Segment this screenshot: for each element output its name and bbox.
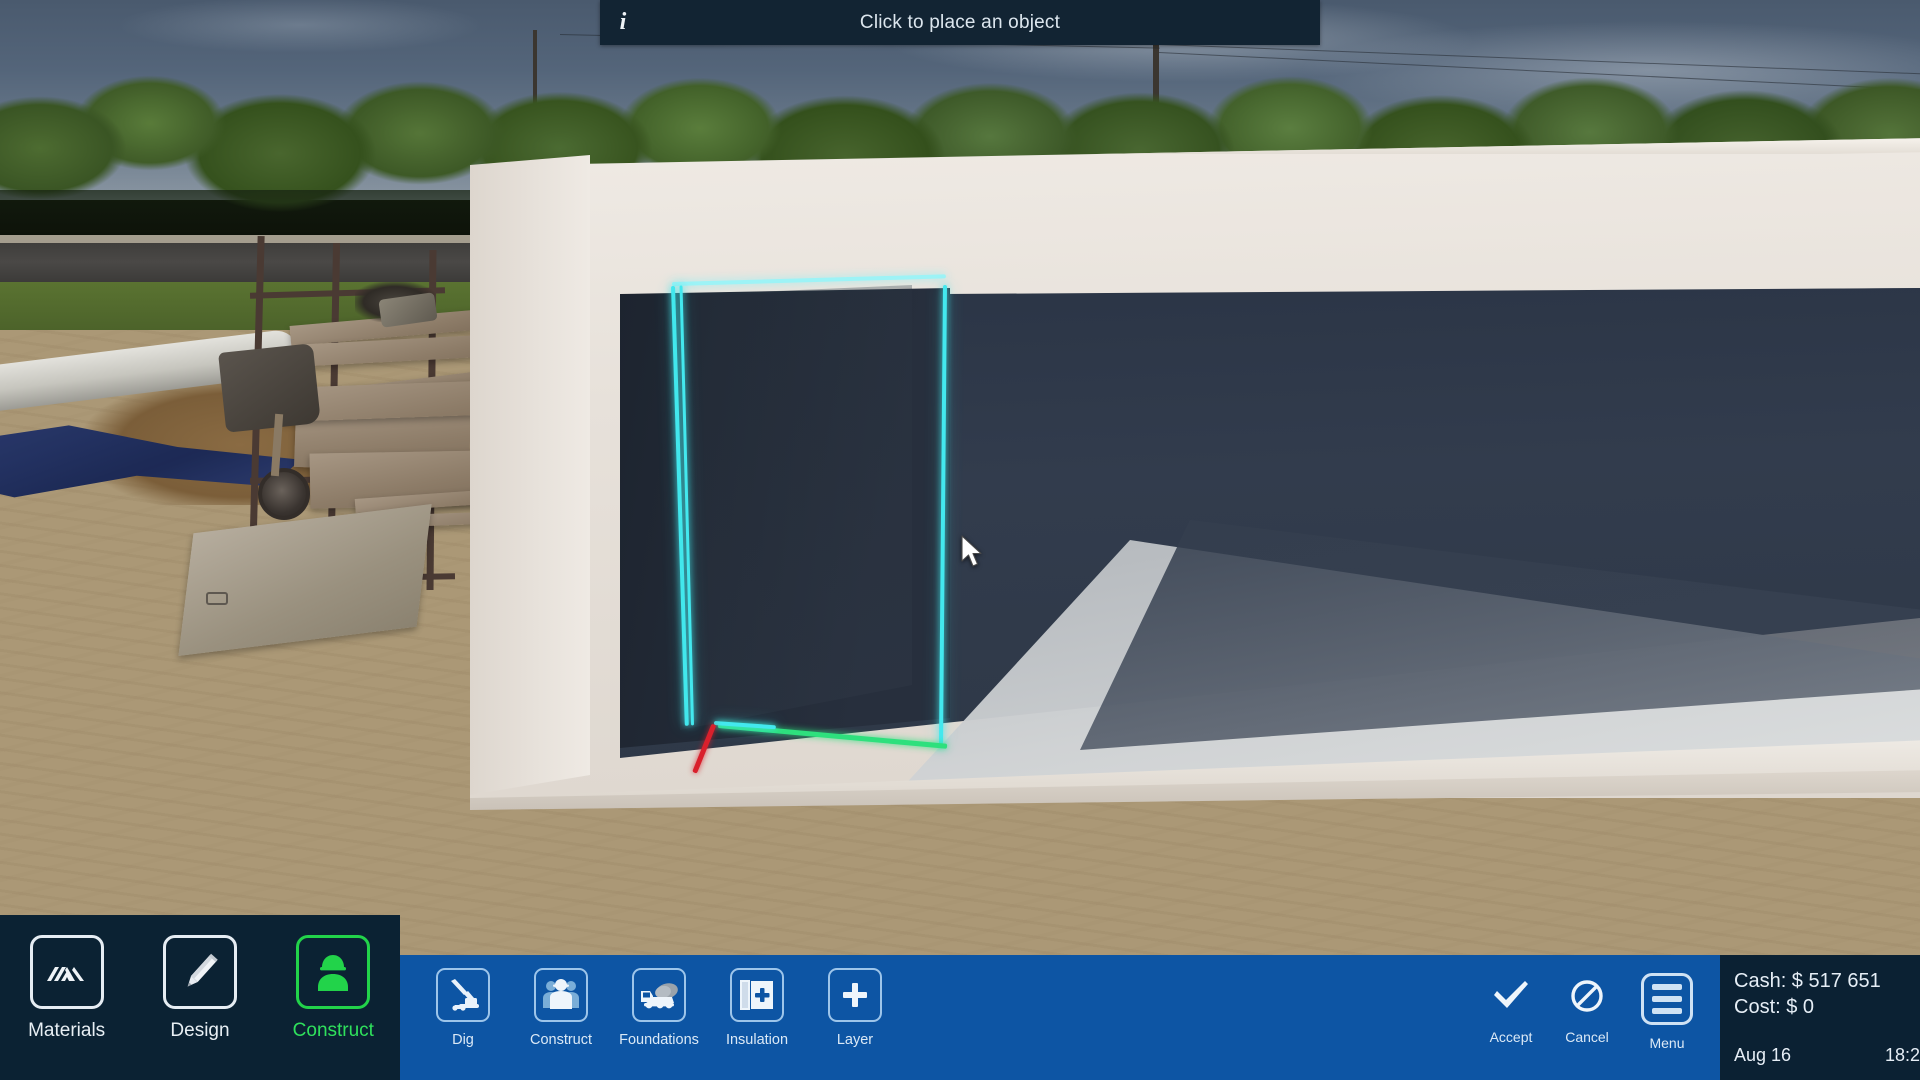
wall-left-return: [470, 155, 590, 795]
insulation-panel-icon: [740, 980, 773, 1010]
action-label: Cancel: [1565, 1029, 1609, 1045]
time-value: 18:2: [1884, 1045, 1920, 1065]
tool-label: Foundations: [619, 1032, 699, 1048]
cement-truck-icon: [641, 983, 678, 1009]
date-value: Aug 16: [1734, 1045, 1792, 1065]
tool-layer[interactable]: Layer: [814, 968, 896, 1048]
category-panel: Materials Design Construct: [0, 915, 400, 1080]
category-materials[interactable]: Materials: [17, 935, 117, 1042]
wheelbarrow-wheel: [258, 468, 310, 520]
cash-value: Cash: $ 517 651: [1734, 970, 1881, 992]
hamburger-icon: [1652, 984, 1682, 990]
design-button[interactable]: [162, 935, 237, 1009]
cancel-action[interactable]: Cancel: [1556, 973, 1618, 1045]
plywood-bracket: [206, 592, 228, 605]
menu-button[interactable]: [1641, 973, 1693, 1025]
category-label: Construct: [292, 1020, 374, 1041]
tool-label: Dig: [452, 1032, 474, 1048]
insulation-button[interactable]: [730, 968, 784, 1022]
plus-icon: [843, 983, 867, 1007]
info-icon: i: [619, 9, 627, 35]
menu-action[interactable]: Menu: [1632, 973, 1702, 1051]
date-time: Aug 16 18:2: [1734, 1045, 1920, 1066]
tool-construct[interactable]: Construct: [520, 968, 602, 1048]
placement-preview-fill: [680, 285, 912, 730]
checkmark-icon: [1494, 981, 1528, 1008]
info-banner: i Click to place an object: [600, 0, 1320, 45]
category-construct[interactable]: Construct: [283, 935, 383, 1042]
worker-icon: [318, 955, 349, 991]
layer-button[interactable]: [828, 968, 882, 1022]
tool-label: Layer: [836, 1032, 874, 1048]
tool-foundations[interactable]: Foundations: [618, 968, 700, 1048]
stats-panel: Cash: $ 517 651 Cost: $ 0 Aug 16 18:2: [1720, 955, 1920, 1080]
dig-button[interactable]: [436, 968, 490, 1022]
pencil-icon: [187, 953, 218, 987]
foundations-button[interactable]: [632, 968, 686, 1022]
excavator-icon: [451, 979, 479, 1011]
cancel-button[interactable]: [1569, 973, 1605, 1019]
cost-value: Cost: $ 0: [1734, 995, 1815, 1018]
materials-icon: [46, 967, 84, 981]
action-label: Menu: [1649, 1035, 1685, 1051]
category-label: Materials: [28, 1020, 106, 1041]
tool-insulation[interactable]: Insulation: [716, 968, 798, 1048]
category-label: Design: [170, 1020, 230, 1041]
tool-dig[interactable]: Dig: [422, 968, 504, 1048]
wheelbarrow-tray: [218, 343, 321, 433]
construct-tool-button[interactable]: [534, 968, 588, 1022]
action-group: Accept Cancel Menu: [1480, 955, 1720, 1051]
construct-button[interactable]: [296, 935, 371, 1009]
main-toolbar: Dig Construct Foundations Insulation Lay…: [400, 955, 1720, 1080]
tool-group: Dig Construct Foundations Insulation Lay…: [400, 955, 896, 1048]
tool-label: Construct: [529, 1032, 593, 1048]
materials-button[interactable]: [29, 935, 104, 1009]
info-message: Click to place an object: [859, 11, 1061, 33]
accept-action[interactable]: Accept: [1480, 973, 1542, 1045]
accept-button[interactable]: [1491, 973, 1531, 1019]
no-entry-icon: [1571, 980, 1603, 1012]
tool-label: Insulation: [725, 1032, 789, 1048]
game-screen: i Click to place an object Materials Des…: [0, 0, 1920, 1080]
workers-icon: [543, 979, 579, 1009]
hamburger-icon-bar: [1652, 996, 1682, 1002]
action-label: Accept: [1489, 1029, 1533, 1045]
category-design[interactable]: Design: [150, 935, 250, 1042]
hamburger-icon-bar: [1652, 1008, 1682, 1014]
